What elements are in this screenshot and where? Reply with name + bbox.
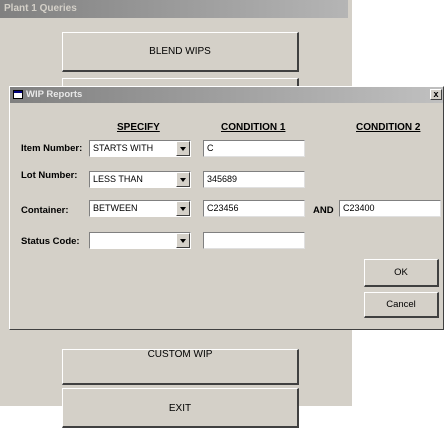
container-condition1-input[interactable]: C23456 [203,200,305,217]
wip-dialog-title: WIP Reports [26,89,83,100]
status-code-label: Status Code: [21,236,80,247]
wip-reports-dialog: WIP Reports x SPECIFY CONDITION 1 CONDIT… [9,86,444,330]
close-icon[interactable]: x [430,89,442,100]
condition2-header: CONDITION 2 [356,122,421,133]
chevron-down-icon[interactable] [176,141,190,156]
exit-button[interactable]: EXIT [62,388,299,428]
and-label: AND [313,205,334,216]
status-code-condition1-input[interactable] [203,232,305,249]
container-specify-select[interactable]: BETWEEN [89,200,191,217]
plant-window-title: Plant 1 Queries [0,0,348,18]
item-number-condition1-input[interactable]: C [203,140,305,157]
custom-wip-button[interactable]: CUSTOM WIP [62,349,299,385]
container-condition2-input[interactable]: C23400 [339,200,441,217]
container-specify-value: BETWEEN [93,203,138,213]
lot-number-condition1-input[interactable]: 345689 [203,171,305,188]
item-number-specify-value: STARTS WITH [93,143,154,153]
lot-number-label: Lot Number: [21,170,78,181]
lot-number-specify-value: LESS THAN [93,174,143,184]
container-label: Container: [21,205,69,216]
wip-dialog-titlebar: WIP Reports [10,87,443,103]
specify-header: SPECIFY [117,122,160,133]
blend-wips-button[interactable]: BLEND WIPS [62,32,299,72]
cancel-button[interactable]: Cancel [364,292,439,318]
ok-button[interactable]: OK [364,259,439,287]
chevron-down-icon[interactable] [176,233,190,248]
window-icon [13,90,23,99]
status-code-specify-select[interactable] [89,232,191,249]
chevron-down-icon[interactable] [176,172,190,187]
lot-number-specify-select[interactable]: LESS THAN [89,171,191,188]
condition1-header: CONDITION 1 [221,122,286,133]
item-number-specify-select[interactable]: STARTS WITH [89,140,191,157]
item-number-label: Item Number: [21,143,83,154]
chevron-down-icon[interactable] [176,201,190,216]
